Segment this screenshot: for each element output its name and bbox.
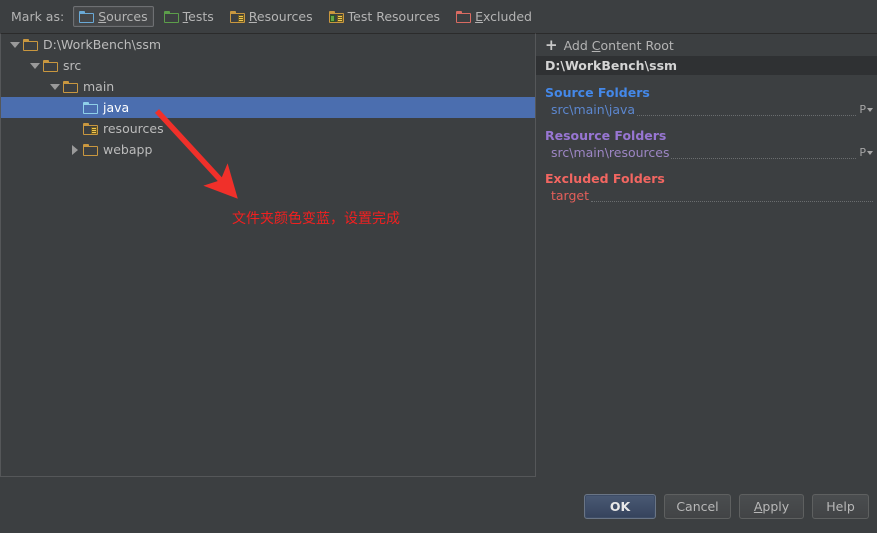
tree-row-label: webapp [103,142,153,157]
mark-as-resources-label: Resources [248,9,313,24]
tree-row[interactable]: resources [1,118,535,139]
tree-row[interactable]: D:\WorkBench\ssm [1,34,535,55]
tree-row-label: D:\WorkBench\ssm [43,37,162,52]
resource-folders-group: Resource Folders src\main\resources P [536,128,877,161]
help-button-label: Help [826,499,855,514]
folder-orange-icon [43,59,58,72]
project-structure-dialog: Mark as: Sources Tests Resources Test Re… [0,0,877,533]
mark-as-resources-button[interactable]: Resources [224,6,319,27]
mark-as-excluded-label: Excluded [475,9,532,24]
ok-button-label: OK [609,499,631,514]
cancel-button[interactable]: Cancel [664,494,731,519]
dotted-leader [591,190,873,202]
resource-folder-row[interactable]: src\main\resources P [536,143,877,161]
add-content-root-label: Add Content Root [563,37,674,53]
chevron-down-icon[interactable] [27,62,43,69]
chevron-down-icon[interactable] [7,41,23,48]
add-content-root-button[interactable]: + Add Content Root [536,34,877,56]
folder-orange-icon [83,143,98,156]
package-prefix-badge[interactable]: P [859,145,873,161]
folder-resources-icon [229,10,245,23]
apply-button-label: Apply [753,499,790,514]
mark-as-excluded-button[interactable]: Excluded [450,6,538,27]
excluded-folders-title: Excluded Folders [545,171,665,186]
folder-blue-icon [83,101,98,114]
ok-button[interactable]: OK [584,494,656,519]
tree-row[interactable]: main [1,76,535,97]
chevron-right-icon[interactable] [67,144,83,155]
folder-blue-icon [79,10,95,23]
source-folder-row[interactable]: src\main\java P [536,100,877,118]
mark-as-label: Mark as: [11,9,65,24]
mark-as-toolbar: Mark as: Sources Tests Resources Test Re… [0,0,877,33]
source-folder-path: src\main\java [551,102,636,117]
folder-red-icon [456,10,472,23]
cancel-button-label: Cancel [676,499,719,514]
mark-as-test-resources-button[interactable]: Test Resources [323,6,446,27]
mark-as-tests-button[interactable]: Tests [158,6,220,27]
content-root-tree[interactable]: D:\WorkBench\ssm src main java resources… [0,33,536,477]
mark-as-sources-button[interactable]: Sources [73,6,154,27]
plus-icon: + [545,35,558,54]
help-button[interactable]: Help [812,494,869,519]
content-root-path: D:\WorkBench\ssm [545,58,678,73]
tree-row[interactable]: src [1,55,535,76]
tree-row-label: src [63,58,82,73]
tree-row-label: main [83,79,115,94]
annotation-text: 文件夹颜色变蓝，设置完成 [232,211,400,227]
dotted-leader [637,104,857,116]
dialog-button-bar: OK Cancel Apply Help [0,478,877,533]
source-folders-title: Source Folders [545,85,650,100]
folder-green-icon [163,10,179,23]
chevron-down-icon[interactable] [47,83,63,90]
excluded-folders-group: Excluded Folders target [536,171,877,204]
resource-folder-path: src\main\resources [551,145,670,160]
mark-as-test-resources-label: Test Resources [347,9,441,24]
apply-button[interactable]: Apply [739,494,804,519]
mark-as-tests-label: Tests [182,9,214,24]
package-prefix-badge[interactable]: P [859,102,873,118]
excluded-folder-row[interactable]: target [536,186,877,204]
folder-orange-icon [23,38,38,51]
folder-resources-icon [83,122,98,135]
tree-row-label: resources [103,121,164,136]
tree-row[interactable]: webapp [1,139,535,160]
content-root-path-header: D:\WorkBench\ssm [536,56,877,75]
source-folders-group: Source Folders src\main\java P [536,85,877,118]
dotted-leader [671,147,857,159]
tree-row-label: java [103,100,130,115]
excluded-folder-path: target [551,188,590,203]
mark-as-sources-label: Sources [98,9,148,24]
tree-row-java-selected[interactable]: java [1,97,535,118]
folder-test-resources-icon [328,10,344,23]
resource-folders-title: Resource Folders [545,128,667,143]
folder-orange-icon [63,80,78,93]
content-root-detail-panel: + Add Content Root D:\WorkBench\ssm Sour… [536,33,877,477]
